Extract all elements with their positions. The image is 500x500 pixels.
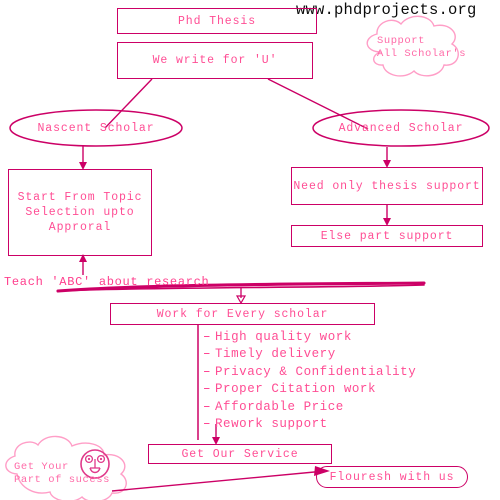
node-flouresh-with-us[interactable]: Flouresh with us	[316, 466, 468, 488]
list-item: – Proper Citation work	[203, 381, 416, 398]
list-item-label: Rework support	[215, 417, 328, 432]
list-item: – High quality work	[203, 329, 416, 346]
connector-success-to-flourish	[111, 470, 326, 492]
node-phd-thesis[interactable]: Phd Thesis	[117, 8, 317, 34]
bullet-dash-icon: –	[203, 330, 212, 344]
bullet-dash-icon: –	[203, 417, 212, 432]
list-item-label: Privacy & Confidentiality	[215, 364, 417, 379]
bullet-dash-icon: –	[203, 364, 212, 379]
list-item-label: High quality work	[215, 330, 352, 344]
list-item-label: Proper Citation work	[215, 382, 377, 397]
list-item-label: Affordable Price	[215, 399, 344, 414]
list-item: – Privacy & Confidentiality	[203, 364, 416, 381]
bullet-dash-icon: –	[203, 347, 212, 362]
arrowhead-sweep-to-work	[235, 295, 247, 305]
node-advanced-scholar[interactable]: Advanced Scholar	[313, 118, 489, 138]
list-item: – Affordable Price	[203, 399, 416, 416]
bullet-dash-icon: –	[203, 382, 212, 397]
node-else-part-support[interactable]: Else part support	[291, 225, 483, 247]
benefits-list: – High quality work – Timely delivery – Pri…	[203, 329, 416, 433]
list-item: – Timely delivery	[203, 346, 416, 363]
node-work-for-every-scholar[interactable]: Work for Every scholar	[110, 303, 375, 325]
node-need-only-thesis-support[interactable]: Need only thesis support	[291, 167, 483, 205]
cloud-label-support: Support All Scholar's	[377, 35, 467, 60]
bullet-dash-icon: –	[203, 399, 212, 414]
list-item: – Rework support	[203, 416, 416, 433]
list-item-label: Timely delivery	[215, 347, 336, 362]
node-get-our-service[interactable]: Get Our Service	[148, 444, 332, 464]
label-teach-abc: Teach 'ABC' about research	[4, 275, 210, 289]
node-nascent-scholar[interactable]: Nascent Scholar	[10, 118, 182, 138]
node-we-write-for-u[interactable]: We write for 'U'	[117, 42, 313, 79]
flowchart-canvas: www.phdprojects.org Phd Thesis We write …	[0, 0, 500, 500]
cloud-label-success: Get Your Part of sucess	[14, 461, 110, 486]
site-url-watermark: www.phdprojects.org	[296, 1, 477, 19]
node-start-from-topic[interactable]: Start From Topic Selection upto Approral	[8, 169, 152, 256]
